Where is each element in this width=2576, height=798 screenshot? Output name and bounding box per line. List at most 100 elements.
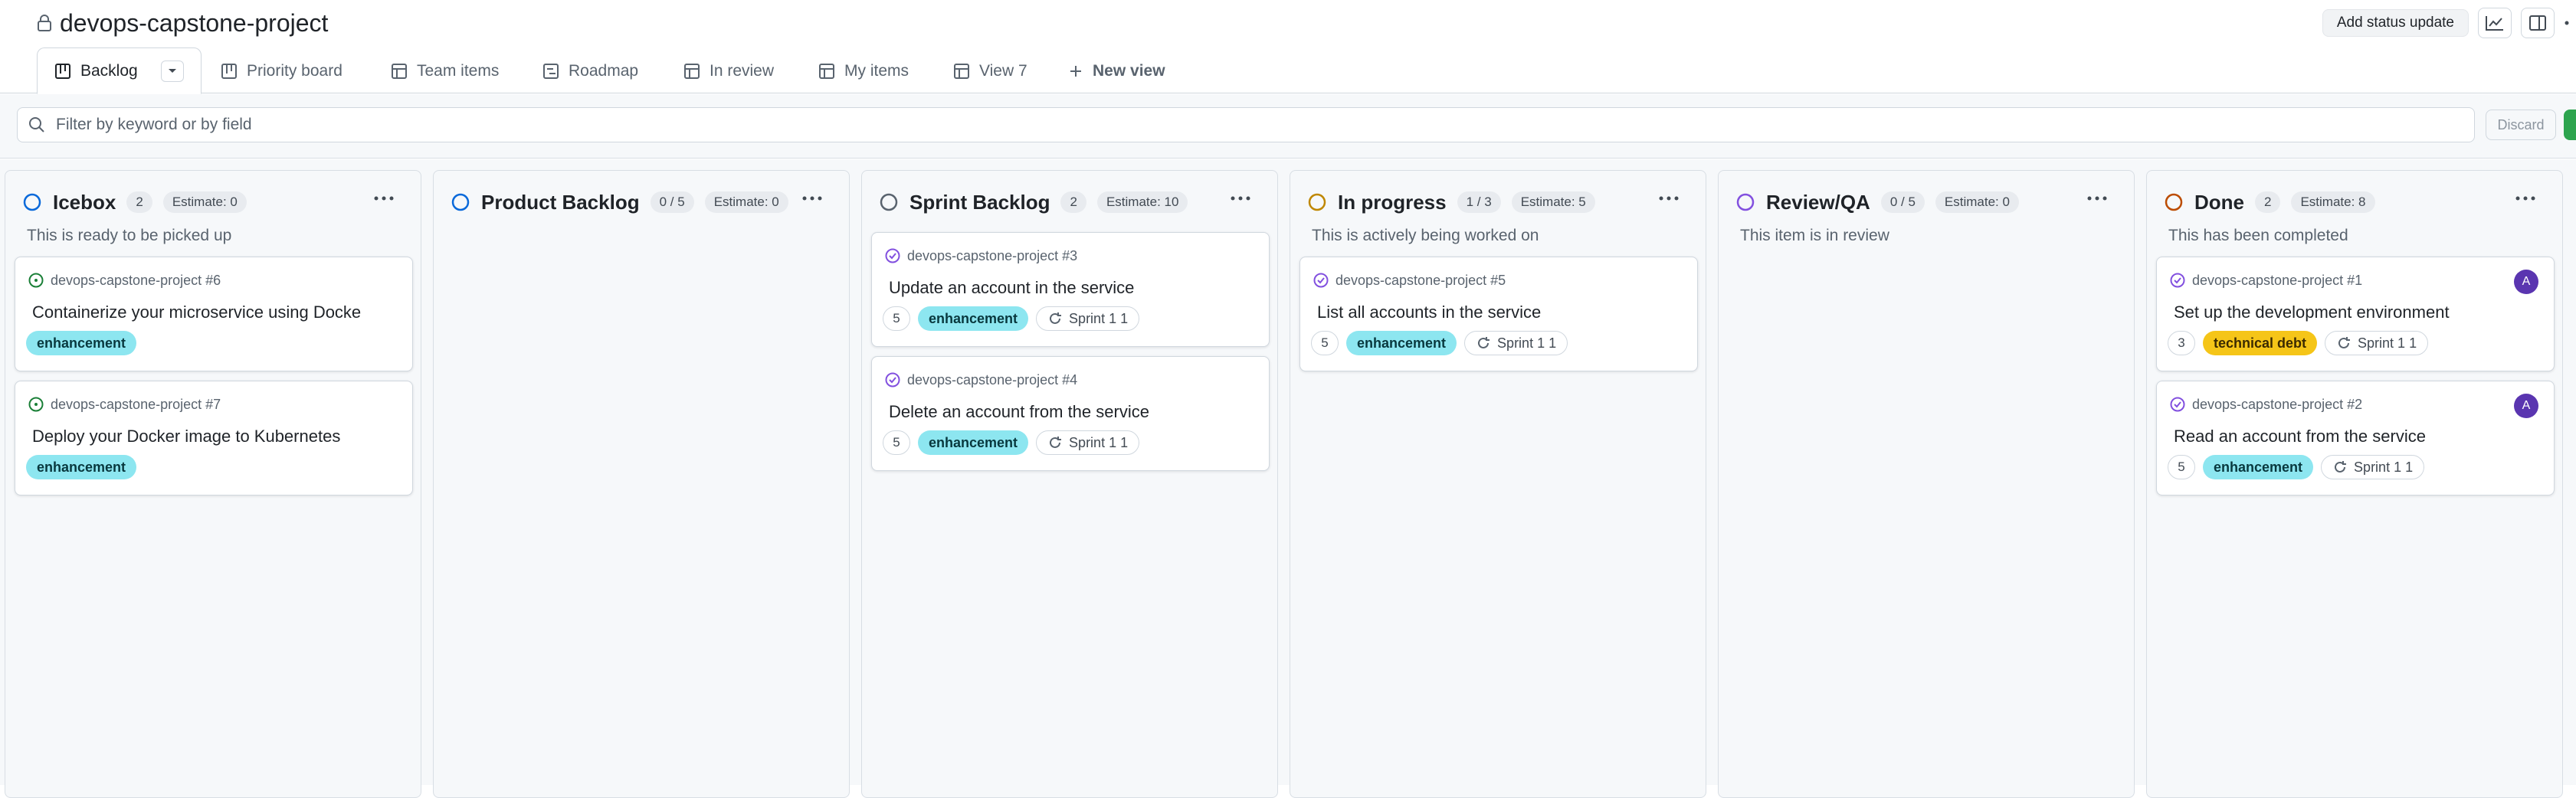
iteration-field[interactable]: Sprint 1 1 [2321, 455, 2425, 479]
iteration-icon [2336, 335, 2352, 351]
more-options-button[interactable] [2564, 8, 2576, 38]
save-button[interactable] [2564, 110, 2576, 140]
tab-backlog[interactable]: Backlog [37, 47, 202, 94]
tab-roadmap[interactable]: Roadmap [542, 49, 638, 93]
card-issue-3[interactable]: devops-capstone-project #3 Update an acc… [871, 232, 1270, 347]
label-enhancement[interactable]: enhancement [918, 430, 1029, 455]
card-ref-label: devops-capstone-project #4 [907, 371, 1078, 388]
project-title[interactable]: devops-capstone-project [60, 9, 328, 38]
estimate-points: 3 [2168, 331, 2195, 355]
column-title: Review/QA [1766, 190, 1870, 214]
side-panel-button[interactable] [2521, 8, 2555, 38]
tab-label: In review [710, 62, 775, 80]
new-view-button[interactable]: New view [1068, 49, 1165, 93]
card-title[interactable]: List all accounts in the service [1317, 303, 1541, 322]
column-description: This is actively being worked on [1312, 227, 1539, 244]
iteration-field[interactable]: Sprint 1 1 [1036, 306, 1140, 331]
kebab-horizontal-icon [801, 195, 823, 201]
iteration-label: Sprint 1 1 [2354, 459, 2414, 475]
column-menu-button[interactable] [1224, 185, 1257, 212]
column-menu-button[interactable] [2509, 185, 2542, 212]
tab-view-7[interactable]: View 7 [953, 49, 1027, 93]
triangle-down-icon [168, 68, 177, 74]
label-enhancement[interactable]: enhancement [26, 455, 137, 479]
column-sprint-backlog: Sprint Backlog 2 Estimate: 10 devops-cap… [861, 170, 1278, 798]
iteration-label: Sprint 1 1 [1069, 310, 1129, 326]
card-ref-label: devops-capstone-project #6 [51, 272, 221, 288]
card-title[interactable]: Update an account in the service [889, 278, 1134, 298]
filter-input[interactable]: Filter by keyword or by field [17, 107, 2475, 142]
estimate-points: 5 [1311, 331, 1339, 355]
card-title[interactable]: Containerize your microservice using Doc… [32, 303, 361, 322]
status-circle-icon [2164, 192, 2184, 212]
iteration-label: Sprint 1 1 [1069, 434, 1129, 450]
graph-icon [2485, 15, 2505, 31]
avatar[interactable]: A [2514, 394, 2538, 418]
card-ref: devops-capstone-project #7 [28, 396, 221, 413]
card-title[interactable]: Delete an account from the service [889, 402, 1149, 422]
label-enhancement[interactable]: enhancement [1346, 331, 1457, 355]
kebab-horizontal-icon [1230, 195, 1251, 201]
column-icebox: Icebox 2 Estimate: 0 This is ready to be… [5, 170, 421, 798]
kebab-horizontal-icon [2515, 195, 2536, 201]
avatar[interactable]: A [2514, 270, 2538, 294]
tab-priority-board[interactable]: Priority board [221, 49, 342, 93]
iteration-label: Sprint 1 1 [1497, 335, 1557, 351]
iteration-field[interactable]: Sprint 1 1 [1036, 430, 1140, 455]
card-title[interactable]: Set up the development environment [2174, 303, 2450, 322]
label-technical-debt[interactable]: technical debt [2203, 331, 2318, 355]
discard-button[interactable]: Discard [2486, 110, 2556, 140]
column-description: This has been completed [2168, 227, 2348, 244]
status-circle-icon [22, 192, 42, 212]
card-issue-6[interactable]: devops-capstone-project #6 Containerize … [15, 257, 413, 371]
card-title[interactable]: Deploy your Docker image to Kubernetes [32, 427, 340, 446]
column-product-backlog: Product Backlog 0 / 5 Estimate: 0 [433, 170, 850, 798]
column-menu-button[interactable] [367, 185, 401, 212]
filter-bar: Filter by keyword or by field Discard [0, 94, 2576, 159]
label-enhancement[interactable]: enhancement [918, 306, 1029, 331]
table-icon [391, 63, 408, 80]
board-icon [54, 63, 71, 80]
column-description: This is ready to be picked up [27, 227, 232, 244]
column-count: 2 [1060, 191, 1086, 213]
column-header: In progress 1 / 3 Estimate: 5 [1290, 185, 1706, 220]
card-issue-5[interactable]: devops-capstone-project #5 List all acco… [1299, 257, 1698, 371]
insights-button[interactable] [2478, 8, 2512, 38]
tab-label: View 7 [979, 62, 1027, 80]
card-issue-4[interactable]: devops-capstone-project #4 Delete an acc… [871, 356, 1270, 471]
table-icon [818, 63, 835, 80]
column-header: Sprint Backlog 2 Estimate: 10 [862, 185, 1277, 220]
iteration-icon [1047, 435, 1063, 450]
column-estimate: Estimate: 0 [1935, 191, 2019, 213]
card-issue-1[interactable]: devops-capstone-project #1 A Set up the … [2156, 257, 2555, 371]
column-menu-button[interactable] [795, 185, 829, 212]
card-title[interactable]: Read an account from the service [2174, 427, 2426, 446]
tab-label: Priority board [247, 62, 342, 80]
iteration-field[interactable]: Sprint 1 1 [2325, 331, 2429, 355]
card-issue-2[interactable]: devops-capstone-project #2 A Read an acc… [2156, 381, 2555, 495]
card-issue-7[interactable]: devops-capstone-project #7 Deploy your D… [15, 381, 413, 495]
label-enhancement[interactable]: enhancement [26, 331, 137, 355]
estimate-points: 5 [2168, 455, 2195, 479]
tab-team-items[interactable]: Team items [391, 49, 499, 93]
column-count: 1 / 3 [1457, 191, 1501, 213]
kebab-horizontal-icon [373, 195, 395, 201]
issue-closed-icon [2169, 396, 2186, 413]
card-ref-label: devops-capstone-project #7 [51, 396, 221, 412]
tab-my-items[interactable]: My items [818, 49, 909, 93]
column-count: 0 / 5 [650, 191, 694, 213]
column-menu-button[interactable] [2080, 185, 2114, 212]
iteration-field[interactable]: Sprint 1 1 [1464, 331, 1568, 355]
column-menu-button[interactable] [1652, 185, 1686, 212]
add-status-update-button[interactable]: Add status update [2322, 9, 2469, 37]
tab-in-review[interactable]: In review [683, 49, 774, 93]
issue-closed-icon [884, 371, 901, 388]
card-ref: devops-capstone-project #6 [28, 272, 221, 289]
status-circle-icon [1735, 192, 1755, 212]
card-ref-label: devops-capstone-project #1 [2192, 272, 2363, 288]
tab-options-button[interactable] [160, 60, 184, 82]
column-header: Review/QA 0 / 5 Estimate: 0 [1719, 185, 2134, 220]
card-ref-label: devops-capstone-project #5 [1336, 272, 1506, 288]
label-enhancement[interactable]: enhancement [2203, 455, 2314, 479]
new-view-label: New view [1093, 62, 1165, 80]
